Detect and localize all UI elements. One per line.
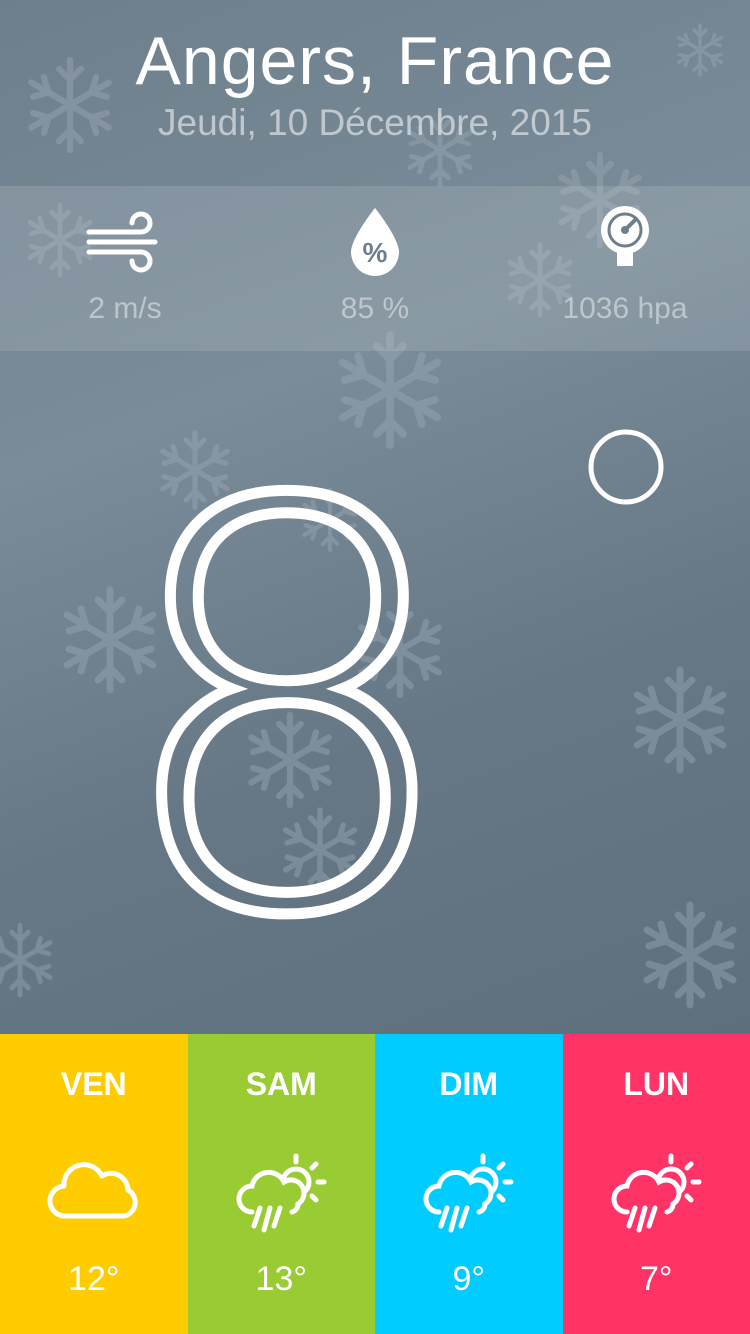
wind-speed-value: 2 m/s <box>88 292 162 325</box>
current-date: Jeudi, 10 Décembre, 2015 <box>158 102 592 143</box>
current-temperature: 8 <box>0 351 750 1045</box>
forecast-day-name: SAM <box>245 1066 317 1102</box>
humidity-stat: % 85 % <box>250 186 500 351</box>
forecast-day-dim[interactable]: DIM 9° <box>375 1034 563 1334</box>
wind-icon <box>86 211 158 273</box>
sun-cloud-rain-icon <box>236 1153 326 1233</box>
forecast-day-lun[interactable]: LUN 7° <box>562 1034 750 1334</box>
temperature-value: 8 <box>109 387 465 1034</box>
forecast-strip: VEN 12° SAM 13° DIM 9° LUN 7° <box>0 1034 750 1334</box>
forecast-temp: 9° <box>452 1260 485 1298</box>
degree-ring-icon <box>588 429 664 505</box>
pressure-gauge-icon <box>601 206 649 266</box>
sun-cloud-rain-icon <box>611 1153 701 1233</box>
city-name: Angers, France <box>135 23 615 99</box>
pressure-stat: 1036 hpa <box>500 186 750 351</box>
forecast-day-name: LUN <box>623 1066 690 1102</box>
forecast-day-ven[interactable]: VEN 12° <box>0 1034 188 1334</box>
conditions-band: 2 m/s % 85 % 1036 hpa <box>0 186 750 351</box>
forecast-day-name: DIM <box>439 1066 499 1102</box>
location-header: Angers, France Jeudi, 10 Décembre, 2015 <box>0 0 750 186</box>
wind-stat: 2 m/s <box>0 186 250 351</box>
cloud-icon <box>47 1162 138 1219</box>
humidity-value: 85 % <box>340 292 410 325</box>
forecast-day-sam[interactable]: SAM 13° <box>187 1034 375 1334</box>
humidity-drop-icon: % <box>351 208 399 276</box>
temperature-display: 8 <box>103 382 664 1045</box>
forecast-temp: 13° <box>255 1260 307 1298</box>
pressure-value: 1036 hpa <box>562 292 688 325</box>
forecast-temp: 7° <box>639 1260 673 1298</box>
sun-cloud-rain-icon <box>423 1153 514 1233</box>
svg-text:%: % <box>363 237 388 268</box>
forecast-temp: 12° <box>68 1260 120 1298</box>
forecast-day-name: VEN <box>60 1066 127 1102</box>
